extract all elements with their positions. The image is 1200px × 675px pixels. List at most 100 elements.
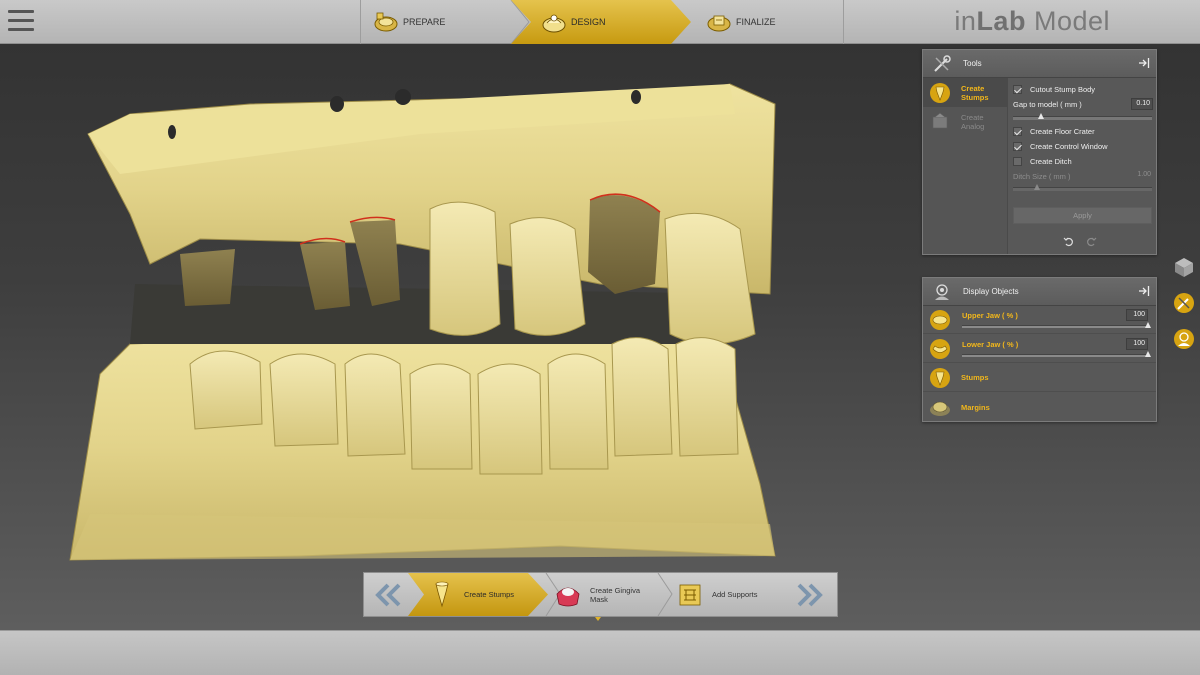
display-lower-jaw[interactable]: Lower Jaw ( % ) 100: [923, 335, 1156, 363]
create-floor-crater-checkbox[interactable]: Create Floor Crater: [1013, 125, 1095, 137]
tooth[interactable]: [477, 363, 543, 475]
undo-icon[interactable]: [1063, 236, 1074, 247]
tools-toggle-icon[interactable]: [1173, 292, 1195, 314]
pin-panel-icon[interactable]: [1138, 57, 1150, 69]
lower-jaw-opacity-input[interactable]: 100: [1126, 338, 1148, 350]
phase-navigation: PREPARE DESIGN FINALIZE: [360, 0, 844, 44]
tools-panel-header: Tools: [923, 50, 1156, 78]
phase-label: DESIGN: [571, 17, 606, 27]
display-objects-icon: [935, 283, 949, 300]
gap-to-model-slider[interactable]: [1013, 113, 1152, 120]
display-objects-panel: Display Objects Upper Jaw ( % ) 100 Lowe…: [922, 277, 1157, 422]
display-stumps[interactable]: Stumps: [923, 364, 1156, 392]
tooth[interactable]: [675, 337, 739, 457]
stump-icon: [930, 82, 950, 103]
display-label: Margins: [961, 402, 990, 412]
slider-thumb[interactable]: [1145, 351, 1151, 357]
brand-bold: Lab: [976, 6, 1026, 36]
upper-jaw-opacity-slider[interactable]: [962, 322, 1151, 328]
next-step-icon[interactable]: [794, 581, 828, 609]
lower-jaw-opacity-slider[interactable]: [962, 351, 1151, 357]
checkbox-box[interactable]: [1013, 84, 1022, 94]
phase-design[interactable]: DESIGN: [511, 0, 691, 44]
lower-jaw-icon: [930, 338, 950, 359]
tooth[interactable]: [429, 201, 501, 336]
pin-hole: [395, 89, 411, 105]
stump-icon: [435, 581, 449, 607]
tooth[interactable]: [269, 353, 339, 447]
tools-panel: Tools Create Stumps Create Analog Cutout S…: [922, 49, 1157, 255]
display-upper-jaw[interactable]: Upper Jaw ( % ) 100: [923, 306, 1156, 334]
tool-label-line2: Stumps: [961, 92, 989, 102]
phase-prepare[interactable]: PREPARE: [373, 0, 445, 44]
step-create-stumps[interactable]: Create Stumps: [408, 573, 548, 616]
tooth[interactable]: [547, 353, 609, 470]
menu-icon[interactable]: [8, 10, 34, 32]
display-label: Upper Jaw ( % ): [962, 311, 1018, 320]
phase-finalize[interactable]: FINALIZE: [706, 0, 776, 44]
upper-jaw-icon: [930, 309, 950, 330]
margins-icon: [930, 401, 950, 416]
display-panel-title: Display Objects: [963, 287, 1019, 296]
tool-label-line1: Create: [961, 83, 985, 93]
checkbox-box[interactable]: [1013, 156, 1022, 166]
field-label: Gap to model ( mm ): [1013, 100, 1082, 109]
view-cube-icon[interactable]: [1173, 256, 1195, 278]
prepare-icon: [374, 12, 398, 32]
field-label: Ditch Size ( mm ): [1013, 172, 1071, 181]
slider-thumb[interactable]: [1145, 322, 1151, 328]
slider-thumb[interactable]: [1038, 113, 1045, 119]
slider-thumb: [1033, 184, 1040, 190]
ditch-size-input: 1.00: [1137, 171, 1151, 178]
display-objects-toggle-icon[interactable]: [1173, 328, 1195, 350]
gap-to-model-input[interactable]: 0.10: [1131, 98, 1153, 110]
tooth[interactable]: [189, 350, 263, 430]
top-bar: PREPARE DESIGN FINALIZE inLab Model: [0, 0, 1200, 44]
supports-icon: [679, 584, 701, 605]
dental-model-render[interactable]: [0, 44, 920, 630]
checkbox-box[interactable]: [1013, 141, 1022, 151]
finalize-icon: [707, 15, 731, 32]
step-label: Add Supports: [712, 590, 758, 599]
pin-hole: [631, 90, 641, 104]
display-margins[interactable]: Margins: [923, 393, 1156, 421]
step-add-supports[interactable]: Add Supports: [676, 573, 786, 616]
apply-button[interactable]: Apply: [1013, 207, 1152, 224]
app-logo: inLab Model: [954, 6, 1110, 37]
previous-step-icon[interactable]: [370, 581, 404, 609]
tooth[interactable]: [611, 337, 673, 457]
chevron-separator-icon: [657, 573, 673, 616]
create-control-window-checkbox[interactable]: Create Control Window: [1013, 140, 1108, 152]
tooth[interactable]: [509, 217, 586, 336]
tool-create-analog[interactable]: Create Analog: [923, 107, 1007, 136]
checkbox-label: Create Control Window: [1030, 141, 1108, 151]
checkbox-label: Create Floor Crater: [1030, 126, 1095, 136]
create-ditch-checkbox[interactable]: Create Ditch: [1013, 155, 1072, 167]
step-label: Create Stumps: [464, 590, 515, 599]
checkbox-label: Create Ditch: [1030, 156, 1072, 166]
checkbox-box[interactable]: [1013, 126, 1022, 136]
tooth[interactable]: [409, 363, 473, 470]
gingiva-mask-icon: [556, 587, 580, 606]
display-panel-header: Display Objects: [923, 278, 1156, 306]
step-bar: Create Stumps Create Gingiva Mask Add Sup…: [363, 572, 838, 617]
pin-panel-icon[interactable]: [1138, 285, 1150, 297]
design-icon: [542, 14, 566, 33]
analog-icon: [932, 112, 948, 128]
tools-icon: [934, 54, 951, 72]
upper-jaw-opacity-input[interactable]: 100: [1126, 309, 1148, 321]
phase-label: FINALIZE: [736, 17, 776, 27]
cutout-stump-body-checkbox[interactable]: Cutout Stump Body: [1013, 83, 1095, 95]
tooth[interactable]: [344, 353, 406, 457]
tool-create-stumps[interactable]: Create Stumps: [923, 78, 1007, 107]
redo-icon[interactable]: [1086, 236, 1097, 247]
brand-suffix: Model: [1025, 6, 1110, 36]
step-label-line1: Create Gingiva: [590, 585, 641, 595]
pin-hole: [168, 125, 176, 139]
stump[interactable]: [588, 195, 660, 294]
checkbox-label: Cutout Stump Body: [1030, 84, 1096, 94]
tool-label-line1: Create: [961, 112, 984, 122]
stump[interactable]: [180, 249, 235, 306]
tool-list: Create Stumps Create Analog: [923, 78, 1008, 254]
status-bar: [0, 630, 1200, 675]
